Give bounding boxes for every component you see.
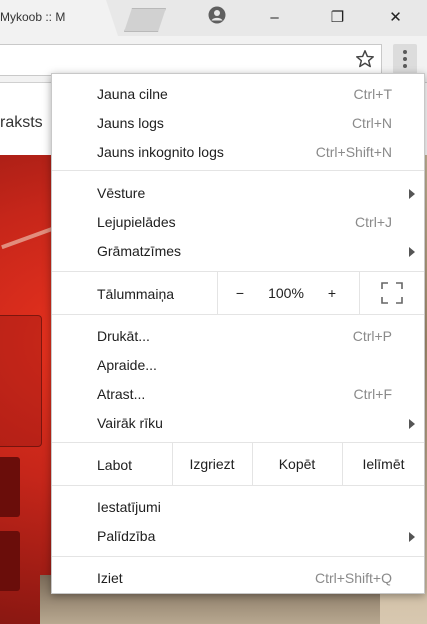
bookmark-star-icon[interactable] bbox=[354, 48, 376, 70]
submenu-arrow-icon bbox=[409, 419, 415, 429]
edit-label: Labot bbox=[97, 457, 133, 473]
menu-item-label: Vairāk rīku bbox=[97, 415, 163, 431]
menu-item-settings[interactable]: Iestatījumi bbox=[52, 493, 424, 522]
menu-item-new-window[interactable]: Jauns logs Ctrl+N bbox=[52, 109, 424, 138]
menu-divider bbox=[217, 272, 218, 314]
new-tab-button[interactable] bbox=[124, 8, 166, 32]
menu-separator bbox=[52, 314, 424, 315]
zoom-out-button[interactable]: − bbox=[224, 272, 256, 314]
menu-item-shortcut: Ctrl+F bbox=[353, 386, 393, 402]
menu-item-new-incognito-window[interactable]: Jauns inkognito logs Ctrl+Shift+N bbox=[52, 138, 424, 167]
menu-item-label: Apraide... bbox=[97, 357, 157, 373]
menu-item-shortcut: Ctrl+P bbox=[352, 328, 392, 344]
menu-zoom-row: Tālummaiņa − 100% + bbox=[52, 272, 424, 314]
menu-item-label: Lejupielādes bbox=[97, 214, 176, 230]
address-bar[interactable] bbox=[0, 44, 382, 76]
menu-item-find[interactable]: Atrast... Ctrl+F bbox=[52, 380, 424, 409]
menu-dot-icon bbox=[403, 64, 407, 68]
submenu-arrow-icon bbox=[409, 532, 415, 542]
menu-item-bookmarks[interactable]: Grāmatzīmes bbox=[52, 237, 424, 266]
menu-item-label: Drukāt... bbox=[97, 328, 150, 344]
menu-item-label: Vēsture bbox=[97, 185, 146, 201]
menu-item-more-tools[interactable]: Vairāk rīku bbox=[52, 409, 424, 438]
browser-menu-button[interactable] bbox=[393, 44, 417, 74]
menu-item-label: Iziet bbox=[97, 570, 123, 586]
menu-item-label: Grāmatzīmes bbox=[97, 243, 182, 259]
menu-separator bbox=[52, 556, 424, 557]
menu-item-history[interactable]: Vēsture bbox=[52, 179, 424, 208]
minimize-button[interactable]: – bbox=[252, 0, 297, 34]
cut-button[interactable]: Izgriezt bbox=[173, 443, 251, 485]
copy-button[interactable]: Kopēt bbox=[253, 443, 341, 485]
menu-dot-icon bbox=[403, 50, 407, 54]
menu-item-shortcut: Ctrl+N bbox=[351, 115, 392, 131]
menu-item-shortcut: Ctrl+J bbox=[355, 214, 392, 230]
zoom-level-value: 100% bbox=[268, 285, 304, 301]
menu-item-label: Jauna cilne bbox=[97, 86, 168, 102]
hero-panel bbox=[0, 315, 42, 447]
menu-item-shortcut: Ctrl+Shift+N bbox=[315, 144, 392, 160]
hero-tile bbox=[0, 531, 20, 591]
menu-item-exit[interactable]: Iziet Ctrl+Shift+Q bbox=[52, 564, 424, 593]
menu-item-label: Palīdzība bbox=[97, 528, 156, 544]
browser-menu: Jauna cilne Ctrl+T Jauns logs Ctrl+N Jau… bbox=[51, 73, 425, 594]
menu-item-help[interactable]: Palīdzība bbox=[52, 522, 424, 551]
page-header-text[interactable]: raksts bbox=[0, 114, 43, 132]
menu-item-label: Iestatījumi bbox=[97, 499, 161, 515]
menu-divider bbox=[359, 272, 360, 314]
menu-item-shortcut: Ctrl+Shift+Q bbox=[314, 570, 392, 586]
hero-tile bbox=[0, 457, 20, 517]
menu-edit-row: Labot Izgriezt Kopēt Ielīmēt bbox=[52, 443, 424, 485]
restore-button[interactable]: ❐ bbox=[315, 0, 360, 34]
paste-button[interactable]: Ielīmēt bbox=[343, 443, 424, 485]
menu-separator bbox=[52, 485, 424, 486]
submenu-arrow-icon bbox=[409, 189, 415, 199]
menu-dot-icon bbox=[403, 57, 407, 61]
menu-item-cast[interactable]: Apraide... bbox=[52, 351, 424, 380]
menu-separator bbox=[52, 170, 424, 171]
menu-item-label: Atrast... bbox=[97, 386, 146, 402]
profile-icon[interactable] bbox=[208, 6, 226, 24]
menu-item-downloads[interactable]: Lejupielādes Ctrl+J bbox=[52, 208, 424, 237]
close-window-button[interactable]: ✕ bbox=[373, 0, 418, 34]
menu-item-shortcut: Ctrl+T bbox=[353, 86, 393, 102]
zoom-in-button[interactable]: + bbox=[316, 272, 348, 314]
menu-item-print[interactable]: Drukāt... Ctrl+P bbox=[52, 322, 424, 351]
menu-item-new-tab[interactable]: Jauna cilne Ctrl+T bbox=[52, 80, 424, 109]
menu-item-label: Jauns logs bbox=[97, 115, 164, 131]
zoom-label: Tālummaiņa bbox=[97, 286, 175, 302]
fullscreen-icon[interactable] bbox=[380, 281, 404, 305]
browser-tab[interactable]: Mykoob :: M bbox=[0, 0, 118, 36]
submenu-arrow-icon bbox=[409, 247, 415, 257]
menu-item-label: Jauns inkognito logs bbox=[97, 144, 224, 160]
tab-title: Mykoob :: M bbox=[0, 10, 66, 24]
window-titlebar: Mykoob :: M – ❐ ✕ bbox=[0, 0, 427, 36]
